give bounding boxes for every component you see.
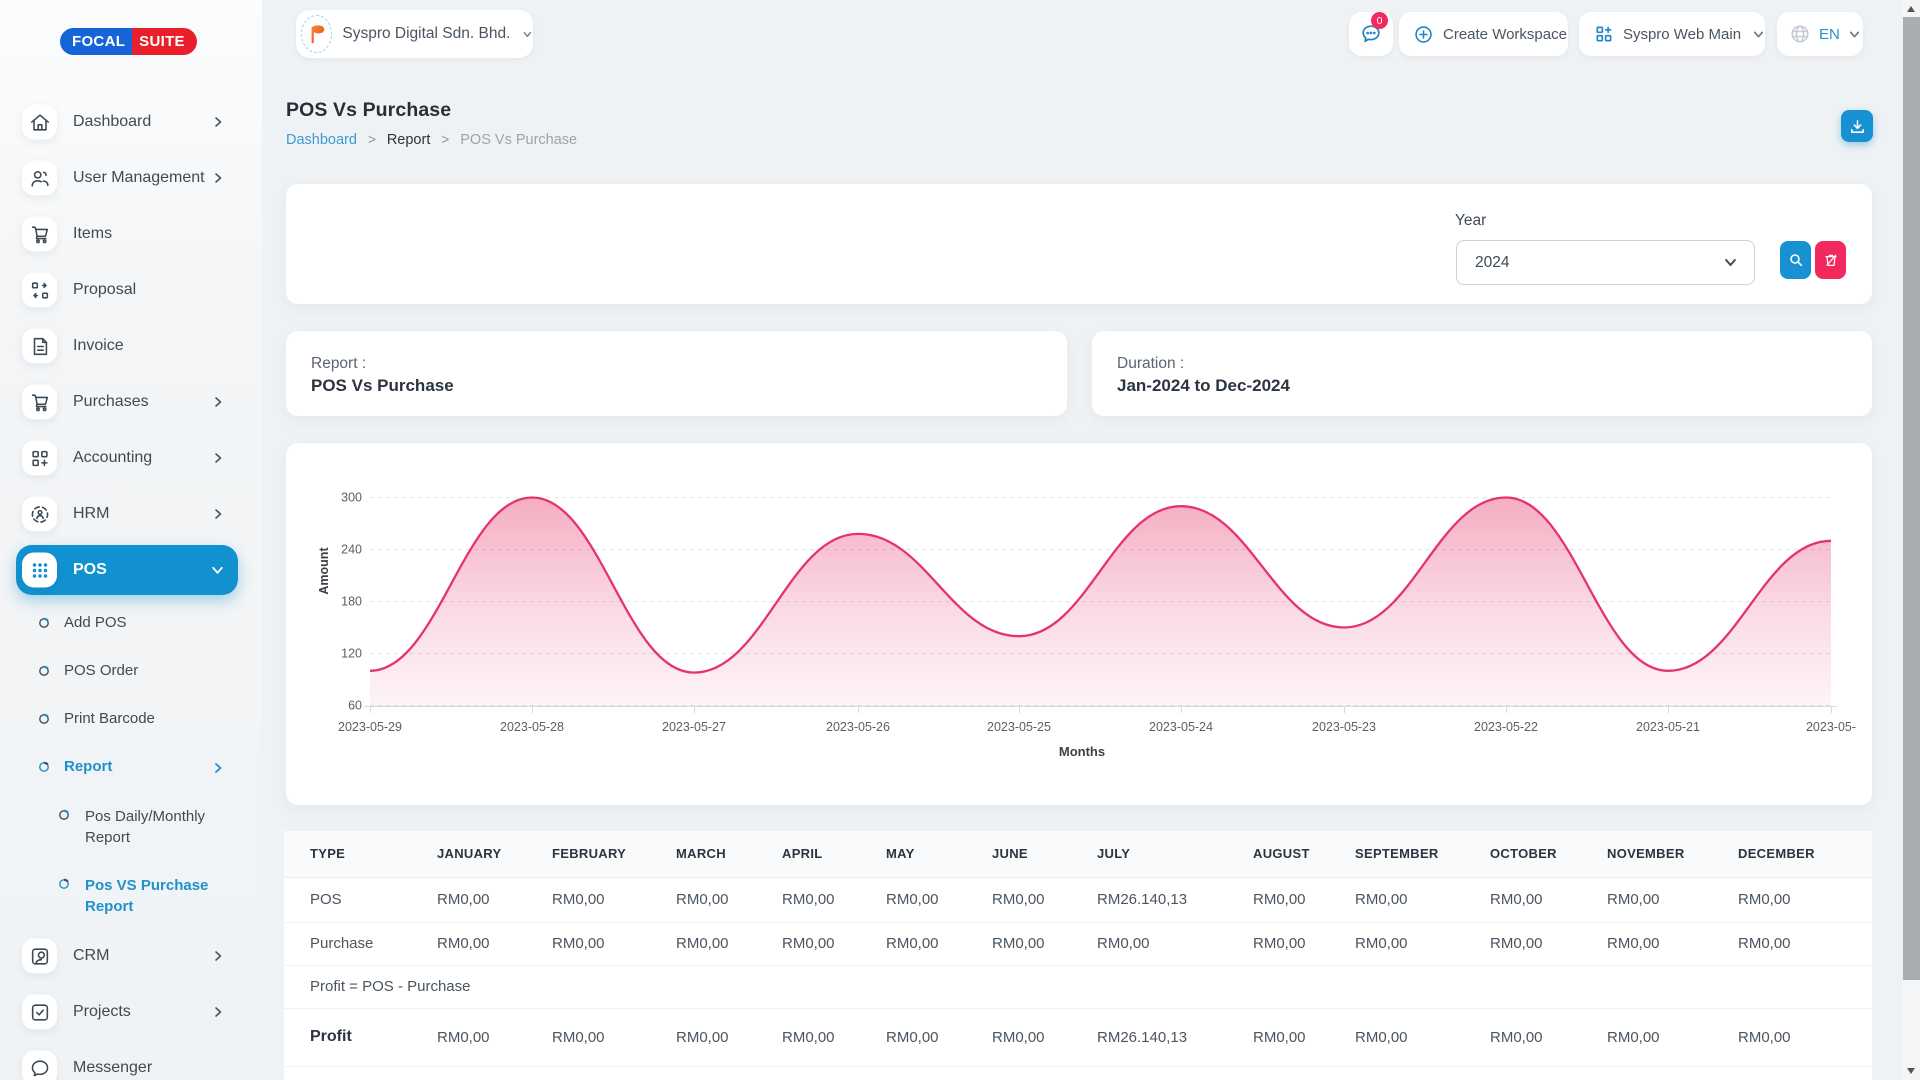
- svg-text:2023-05-: 2023-05-: [1806, 720, 1856, 734]
- svg-text:2023-05-23: 2023-05-23: [1312, 720, 1376, 734]
- svg-text:2023-05-28: 2023-05-28: [500, 720, 564, 734]
- svg-text:60: 60: [348, 699, 362, 713]
- svg-text:240: 240: [341, 543, 362, 557]
- svg-text:180: 180: [341, 595, 362, 609]
- svg-text:2023-05-26: 2023-05-26: [826, 720, 890, 734]
- svg-text:2023-05-21: 2023-05-21: [1636, 720, 1700, 734]
- svg-text:300: 300: [341, 491, 362, 505]
- svg-text:2023-05-24: 2023-05-24: [1149, 720, 1213, 734]
- svg-text:Months: Months: [1059, 744, 1105, 759]
- svg-text:2023-05-22: 2023-05-22: [1474, 720, 1538, 734]
- svg-text:2023-05-27: 2023-05-27: [662, 720, 726, 734]
- svg-text:Amount: Amount: [317, 547, 331, 595]
- svg-text:2023-05-29: 2023-05-29: [338, 720, 402, 734]
- svg-text:120: 120: [341, 647, 362, 661]
- svg-text:2023-05-25: 2023-05-25: [987, 720, 1051, 734]
